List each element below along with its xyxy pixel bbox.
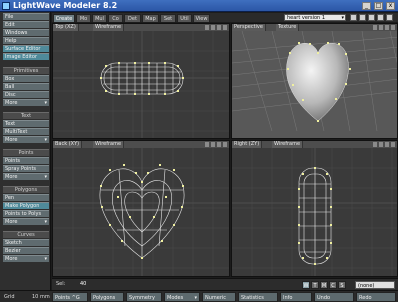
tab-utilities[interactable]: Util xyxy=(177,14,192,22)
selection-count: 40 xyxy=(80,281,87,287)
tab-multiply[interactable]: Mul xyxy=(92,14,107,22)
points-group-header: Points xyxy=(3,149,49,156)
polygons-more-button[interactable]: More xyxy=(3,218,49,225)
viewport-top-header: Top (XZ) Wireframe xyxy=(53,24,229,31)
layer-box-2[interactable] xyxy=(359,14,366,21)
app-logo-icon xyxy=(2,2,10,10)
layer-box-4[interactable] xyxy=(377,14,384,21)
bottom-toolbar: Grid 10 mm Points ^G Polygons Symmetry M… xyxy=(0,290,398,302)
grid-label: Grid xyxy=(2,292,18,302)
curves-group-header: Curves xyxy=(3,231,49,238)
redo-button[interactable]: Redo xyxy=(356,292,396,302)
selection-label: Sel: xyxy=(56,281,66,287)
viewport-right-canvas xyxy=(232,148,397,276)
text-tool-button[interactable]: Text xyxy=(3,120,49,127)
undo-button[interactable]: Undo xyxy=(314,292,354,302)
tab-map[interactable]: Map xyxy=(142,14,159,22)
minimize-button[interactable]: _ xyxy=(362,2,371,10)
viewport-perspective[interactable]: Perspective Texture xyxy=(231,23,398,139)
mode-s-toggle[interactable]: S xyxy=(338,281,346,289)
tab-setup[interactable]: Set xyxy=(160,14,176,22)
primitives-group-header: Primitives xyxy=(3,67,49,74)
points-mode-button[interactable]: Points ^G xyxy=(52,292,88,302)
mode-t-toggle[interactable]: T xyxy=(311,281,319,289)
viewport-perspective-view-dropdown[interactable]: Perspective xyxy=(232,24,266,31)
layer-select-dropdown[interactable]: heart version 1 xyxy=(284,14,346,22)
viewport-right-mode-dropdown[interactable]: Wireframe xyxy=(272,141,304,148)
tab-view[interactable]: View xyxy=(193,14,210,22)
viewport-top-mode-dropdown[interactable]: Wireframe xyxy=(93,24,125,31)
viewport-top-canvas xyxy=(53,31,229,138)
viewport-perspective-canvas xyxy=(232,31,397,138)
multitext-tool-button[interactable]: MultiText xyxy=(3,128,49,135)
points-to-polys-button[interactable]: Points to Polys xyxy=(3,210,49,217)
viewport-back-controls-icon[interactable] xyxy=(205,142,227,147)
surface-editor-button[interactable]: Surface Editor xyxy=(3,45,49,52)
primitives-more-button[interactable]: More xyxy=(3,99,49,106)
viewport-perspective-mode-dropdown[interactable]: Texture xyxy=(276,24,300,31)
mode-w-toggle[interactable]: W xyxy=(302,281,310,289)
text-group-header: Text xyxy=(3,112,49,119)
viewport-right-controls-icon[interactable] xyxy=(373,142,395,147)
viewport-top[interactable]: Top (XZ) Wireframe xyxy=(52,23,230,139)
polygons-group-header: Polygons xyxy=(3,186,49,193)
viewport-right[interactable]: Right (ZY) Wireframe xyxy=(231,140,398,277)
mode-c-toggle[interactable]: C xyxy=(329,281,337,289)
viewport-perspective-controls-icon[interactable] xyxy=(373,25,395,30)
close-button[interactable]: x xyxy=(386,2,395,10)
viewport-top-view-dropdown[interactable]: Top (XZ) xyxy=(53,24,79,31)
tool-tab-bar: Create Mo Mul Co Det Map Set Util View h… xyxy=(52,13,398,22)
symmetry-button[interactable]: Symmetry xyxy=(126,292,162,302)
sketch-tool-button[interactable]: Sketch xyxy=(3,239,49,246)
selection-status-bar: Sel: 40 W T M C S (none) xyxy=(52,278,398,290)
viewport-back-header: Back (XY) Wireframe xyxy=(53,141,229,148)
file-menu-button[interactable]: File xyxy=(3,13,49,20)
curves-more-button[interactable]: More xyxy=(3,255,49,262)
disc-tool-button[interactable]: Disc xyxy=(3,91,49,98)
ball-tool-button[interactable]: Ball xyxy=(3,83,49,90)
viewport-back[interactable]: Back (XY) Wireframe xyxy=(52,140,230,277)
tab-create[interactable]: Create xyxy=(53,14,75,22)
text-more-button[interactable]: More xyxy=(3,136,49,143)
tab-construct[interactable]: Co xyxy=(108,14,123,22)
points-more-button[interactable]: More xyxy=(3,173,49,180)
layer-box-3[interactable] xyxy=(368,14,375,21)
edit-menu-button[interactable]: Edit xyxy=(3,21,49,28)
bezier-tool-button[interactable]: Bezier xyxy=(3,247,49,254)
viewport-right-header: Right (ZY) Wireframe xyxy=(232,141,397,148)
numeric-button[interactable]: Numeric xyxy=(202,292,236,302)
image-editor-button[interactable]: Image Editor xyxy=(3,53,49,60)
polygons-mode-button[interactable]: Polygons xyxy=(90,292,124,302)
tab-modify[interactable]: Mo xyxy=(76,14,91,22)
points-tool-button[interactable]: Points xyxy=(3,157,49,164)
viewport-back-view-dropdown[interactable]: Back (XY) xyxy=(53,141,83,148)
modes-dropdown[interactable]: Modes xyxy=(164,292,200,302)
info-button[interactable]: Info xyxy=(280,292,312,302)
help-menu-button[interactable]: Help xyxy=(3,37,49,44)
windows-menu-button[interactable]: Windows xyxy=(3,29,49,36)
layer-box-1[interactable] xyxy=(350,14,357,21)
spray-points-tool-button[interactable]: Spray Points xyxy=(3,165,49,172)
tool-sidebar: File Edit Windows Help Surface Editor Im… xyxy=(0,12,51,290)
maximize-button[interactable]: □ xyxy=(374,2,383,10)
viewport-back-mode-dropdown[interactable]: Wireframe xyxy=(93,141,125,148)
grid-value: 10 mm xyxy=(30,292,50,302)
layer-box-5[interactable] xyxy=(386,14,393,21)
box-tool-button[interactable]: Box xyxy=(3,75,49,82)
statistics-button[interactable]: Statistics xyxy=(238,292,278,302)
viewport-back-canvas xyxy=(53,148,229,276)
tab-detail[interactable]: Det xyxy=(124,14,141,22)
window-title: LightWave Modeler 8.2 xyxy=(13,1,118,10)
pen-tool-button[interactable]: Pen xyxy=(3,194,49,201)
title-bar: LightWave Modeler 8.2 _ □ x xyxy=(0,0,398,12)
selection-set-dropdown[interactable]: (none) xyxy=(355,281,395,289)
mode-m-toggle[interactable]: M xyxy=(320,281,328,289)
viewport-perspective-header: Perspective Texture xyxy=(232,24,397,31)
make-polygon-button[interactable]: Make Polygon xyxy=(3,202,49,209)
viewport-right-view-dropdown[interactable]: Right (ZY) xyxy=(232,141,263,148)
viewport-top-controls-icon[interactable] xyxy=(205,25,227,30)
